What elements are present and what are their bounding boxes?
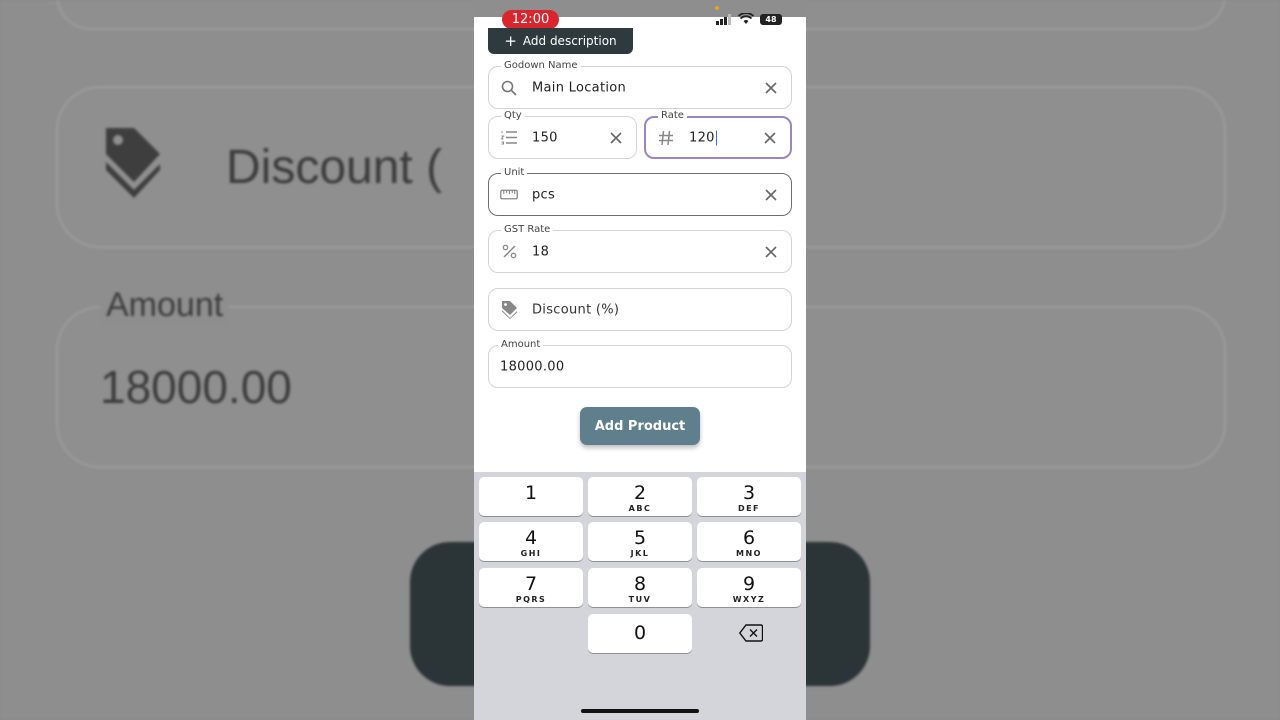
battery-icon: 48 xyxy=(760,13,782,25)
status-icons: 48 xyxy=(716,13,782,25)
close-icon[interactable] xyxy=(762,130,778,146)
amount-field[interactable]: Amount 18000.00 xyxy=(488,339,792,388)
key-3[interactable]: 3 DEF xyxy=(697,477,801,516)
key-0[interactable]: 0 xyxy=(588,614,692,653)
gst-rate-value: 18 xyxy=(532,244,550,259)
discount-placeholder: Discount (%) xyxy=(532,302,620,317)
add-description-label: Add description xyxy=(522,34,617,48)
godown-name-field[interactable]: Godown Name Main Location xyxy=(488,60,792,109)
add-description-button[interactable]: + Add description xyxy=(488,28,633,54)
close-icon[interactable] xyxy=(608,130,624,146)
hash-icon xyxy=(657,129,675,147)
key-2[interactable]: 2 ABC xyxy=(588,477,692,516)
close-icon[interactable] xyxy=(763,244,779,260)
unit-value: pcs xyxy=(532,187,556,202)
amount-label: Amount xyxy=(498,339,544,351)
wifi-icon xyxy=(738,13,754,24)
key-7[interactable]: 7 PQRS xyxy=(479,568,583,607)
gst-rate-label: GST Rate xyxy=(501,224,554,236)
amount-value: 18000.00 xyxy=(500,359,565,374)
qty-value: 150 xyxy=(532,130,558,145)
key-1[interactable]: 1 xyxy=(479,477,583,516)
key-5[interactable]: 5 JKL xyxy=(588,522,692,561)
home-indicator[interactable] xyxy=(581,709,699,713)
add-product-button[interactable]: Add Product xyxy=(580,407,700,445)
search-icon xyxy=(500,79,518,97)
qty-label: Qty xyxy=(501,110,525,122)
godown-name-value: Main Location xyxy=(532,80,627,95)
ruler-icon xyxy=(500,186,518,204)
key-6[interactable]: 6 MNO xyxy=(697,522,801,561)
cellular-signal-icon xyxy=(716,13,731,25)
gst-rate-field[interactable]: GST Rate 18 xyxy=(488,224,792,273)
godown-name-label: Godown Name xyxy=(501,60,581,72)
percent-icon xyxy=(500,243,518,261)
phone-screen: 12:00 48 + Add description Godown Name M… xyxy=(474,0,806,720)
bg-amount-label: Amount xyxy=(100,286,230,325)
status-time: 12:00 xyxy=(502,10,559,29)
close-icon[interactable] xyxy=(763,80,779,96)
key-9[interactable]: 9 WXYZ xyxy=(697,568,801,607)
text-caret xyxy=(715,130,718,145)
bg-tag-icon xyxy=(106,128,160,198)
privacy-indicator xyxy=(715,6,719,10)
backspace-icon[interactable] xyxy=(739,624,763,642)
key-8[interactable]: 8 TUV xyxy=(588,568,692,607)
rate-value: 120 xyxy=(689,130,718,145)
plus-icon: + xyxy=(504,31,517,50)
list-icon xyxy=(500,129,518,147)
key-4[interactable]: 4 GHI xyxy=(479,522,583,561)
tag-icon xyxy=(500,301,518,319)
close-icon[interactable] xyxy=(763,187,779,203)
qty-field[interactable]: Qty 150 xyxy=(488,110,637,159)
unit-field[interactable]: Unit pcs xyxy=(488,167,792,216)
bg-amount-value: 18000.00 xyxy=(100,361,292,413)
rate-field[interactable]: Rate 120 xyxy=(644,110,792,159)
discount-field[interactable]: Discount (%) xyxy=(488,288,792,331)
bg-discount-text: Discount ( xyxy=(226,141,443,194)
rate-label: Rate xyxy=(658,110,687,122)
unit-label: Unit xyxy=(501,167,528,179)
